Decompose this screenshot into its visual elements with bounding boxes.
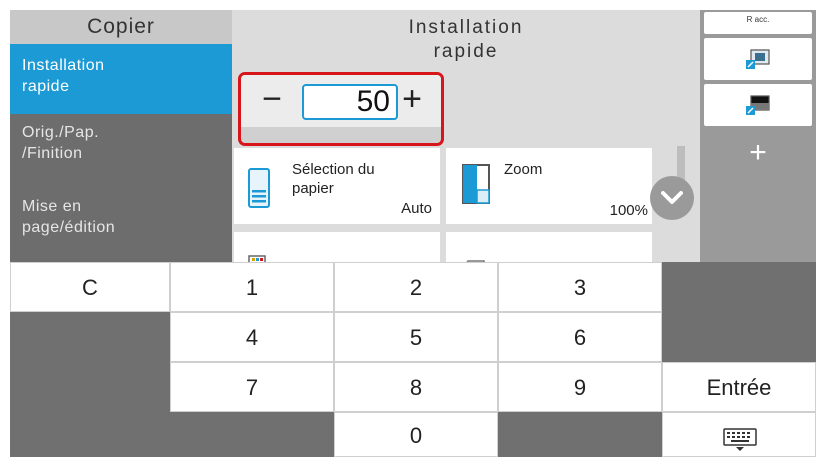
nav-item-label: /Finition bbox=[22, 145, 83, 162]
clear-button[interactable]: C bbox=[10, 262, 170, 312]
key-0[interactable]: 0 bbox=[334, 412, 498, 457]
zoom-card[interactable]: Zoom 100% bbox=[446, 148, 652, 224]
card-value: 100% bbox=[609, 202, 648, 219]
copies-stepper: − 50 + bbox=[238, 72, 444, 146]
key-5[interactable]: 5 bbox=[334, 312, 498, 362]
document-icon bbox=[462, 254, 486, 268]
nav-item-mise-en-page[interactable]: Mise en page/édition bbox=[10, 196, 232, 256]
key-4[interactable]: 4 bbox=[170, 312, 334, 362]
nav-item-label: Orig./Pap. bbox=[22, 124, 100, 141]
keypad-blank bbox=[10, 412, 334, 457]
key-3[interactable]: 3 bbox=[498, 262, 662, 312]
page-title-line: Installation bbox=[408, 17, 524, 38]
paper-selection-card[interactable]: Sélection du papier Auto bbox=[234, 148, 440, 224]
side-nav: Copier Installation rapide Orig./Pap. /F… bbox=[10, 10, 232, 262]
card-label: Sélection du bbox=[292, 161, 375, 178]
nav-item-installation-rapide[interactable]: Installation rapide bbox=[10, 44, 232, 114]
enter-button[interactable]: Entrée bbox=[662, 362, 816, 412]
page-title-line: rapide bbox=[433, 41, 499, 62]
key-8[interactable]: 8 bbox=[334, 362, 498, 412]
nav-item-label: page/édition bbox=[22, 219, 116, 236]
shortcut-1-button[interactable] bbox=[704, 38, 812, 80]
color-icon bbox=[248, 252, 266, 266]
key-6[interactable]: 6 bbox=[498, 312, 662, 362]
shortcut-2-icon bbox=[745, 94, 771, 121]
key-1[interactable]: 1 bbox=[170, 262, 334, 312]
zoom-icon bbox=[462, 162, 492, 204]
main-panel: Installation rapide − 50 + Sélection du … bbox=[232, 10, 700, 268]
shortcut-label: R acc. bbox=[746, 15, 770, 24]
add-shortcut-button[interactable]: + bbox=[744, 138, 772, 168]
nav-item-label: Installation bbox=[22, 57, 105, 74]
key-2[interactable]: 2 bbox=[334, 262, 498, 312]
card-label: papier bbox=[292, 180, 334, 197]
card-partial[interactable] bbox=[446, 232, 652, 268]
page-title: Installation rapide bbox=[232, 16, 700, 64]
key-7[interactable]: 7 bbox=[170, 362, 334, 412]
copies-input[interactable]: 50 bbox=[302, 84, 398, 120]
shortcut-column: R acc. + bbox=[700, 10, 816, 262]
copier-screen: Copier Installation rapide Orig./Pap. /F… bbox=[10, 10, 816, 457]
keyboard-icon bbox=[723, 423, 757, 457]
keypad-blank bbox=[10, 312, 170, 412]
card-value: Auto bbox=[401, 200, 432, 217]
key-9[interactable]: 9 bbox=[498, 362, 662, 412]
keypad-blank bbox=[662, 262, 816, 362]
keyboard-button[interactable] bbox=[662, 412, 816, 457]
shortcut-2-button[interactable] bbox=[704, 84, 812, 126]
decrement-button[interactable]: − bbox=[257, 82, 287, 116]
nav-item-label: rapide bbox=[22, 78, 70, 95]
card-label: Zoom bbox=[504, 161, 543, 178]
nav-item-label: Mise en bbox=[22, 198, 82, 215]
shortcut-header-button[interactable]: R acc. bbox=[704, 12, 812, 34]
nav-item-orig-pap-finition[interactable]: Orig./Pap. /Finition bbox=[10, 122, 232, 182]
scroll-down-icon[interactable] bbox=[650, 176, 694, 220]
nav-title: Copier bbox=[10, 10, 232, 44]
shortcut-1-icon bbox=[745, 48, 771, 75]
paper-tray-icon bbox=[248, 168, 270, 208]
card-partial[interactable] bbox=[234, 232, 440, 266]
keypad-blank bbox=[498, 412, 662, 457]
increment-button[interactable]: + bbox=[397, 82, 427, 116]
